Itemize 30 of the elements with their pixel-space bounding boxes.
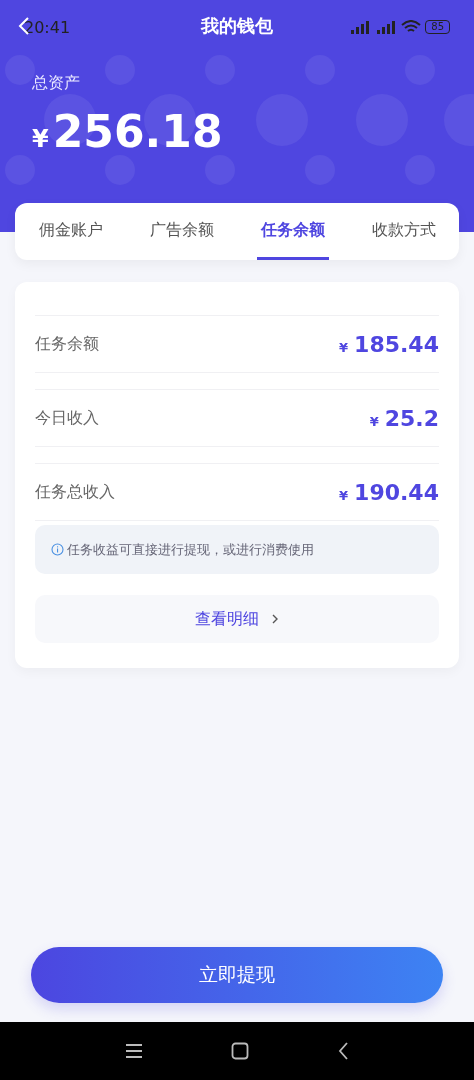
tab[interactable]: 任务余额: [256, 203, 329, 260]
status-time: 20:41: [24, 17, 71, 37]
tab[interactable]: 佣金账户: [34, 203, 107, 260]
currency-symbol: ¥: [32, 125, 49, 153]
tab[interactable]: 广告余额: [145, 203, 218, 260]
notice-text: 任务收益可直接进行提现，或进行消费使用: [67, 540, 314, 559]
menu-icon[interactable]: [125, 1043, 143, 1059]
chevron-icon: [271, 613, 279, 625]
row-label: 任务总收入: [35, 481, 115, 503]
signal-icon: [375, 20, 398, 34]
row-label: 今日收入: [35, 407, 99, 429]
total-label: 总资产: [32, 73, 81, 94]
currency-symbol: ¥: [339, 339, 349, 355]
row-label: 任务余额: [35, 333, 99, 355]
wifi-icon: [401, 20, 422, 34]
currency-symbol: ¥: [339, 487, 349, 503]
amount-value: 185.44: [354, 331, 439, 357]
amount-value: 25.2: [384, 405, 439, 431]
page-title: 我的钱包: [201, 14, 273, 38]
withdraw-button[interactable]: 立即提现: [31, 947, 443, 1003]
home-icon[interactable]: [231, 1042, 249, 1060]
info-icon: [51, 543, 64, 556]
currency-symbol: ¥: [369, 413, 379, 429]
amount-value: 190.44: [354, 479, 439, 505]
details-button[interactable]: 查看明细: [35, 595, 439, 643]
signal-icon: [349, 20, 372, 34]
total-amount: 256.18: [52, 106, 223, 157]
battery-indicator: 85: [425, 20, 450, 34]
tab[interactable]: 收款方式: [367, 203, 440, 260]
back-icon[interactable]: [337, 1042, 349, 1060]
